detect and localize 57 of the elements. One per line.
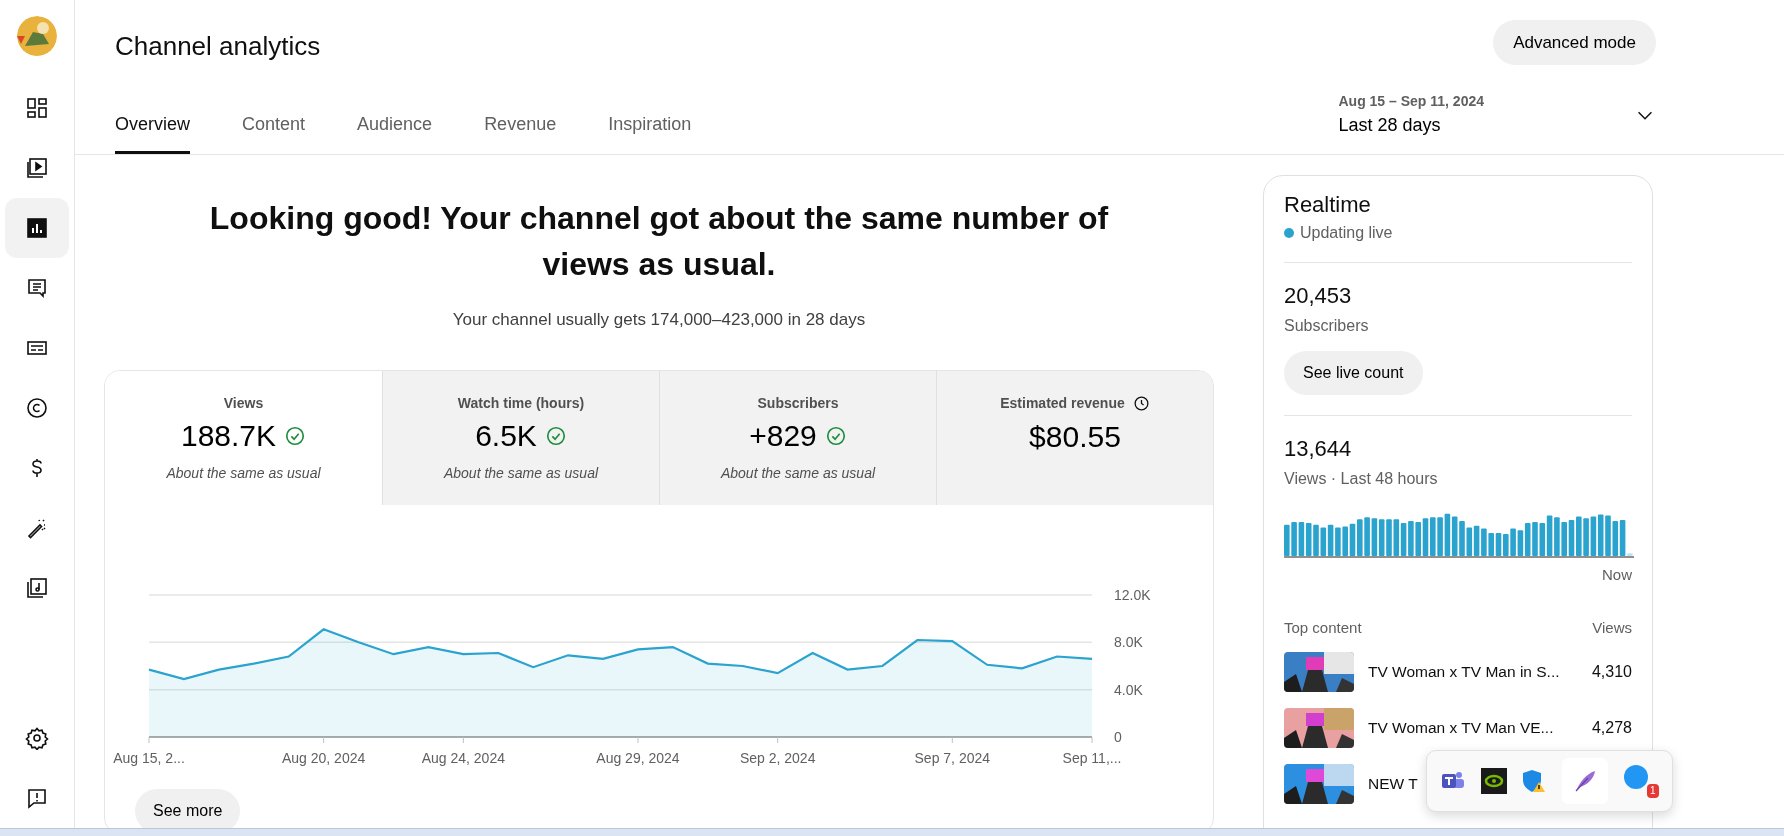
magic-wand-icon	[25, 516, 49, 540]
metric-tab[interactable]: Subscribers +829 About the same as usual	[659, 370, 936, 505]
stat-label: Views · Last 48 hours	[1284, 470, 1439, 488]
see-more-button[interactable]: See more	[135, 788, 241, 828]
video-icon	[25, 156, 49, 180]
eye-logo-icon[interactable]	[1480, 768, 1507, 794]
subheading: Your channel usually gets 174,000–423,000 in 28 days	[452, 309, 866, 330]
axis-label: Aug 20, 2024	[282, 749, 366, 766]
axis-label: 8.0K	[1114, 634, 1143, 651]
video-title[interactable]: TV Woman x TV Man VE...	[1368, 719, 1578, 737]
metric-tab[interactable]: Watch time (hours) 6.5K About the same as usual	[382, 370, 659, 505]
tab[interactable]: Inspiration	[608, 114, 692, 154]
card-title: Realtime	[1284, 192, 1372, 218]
clock-icon	[1132, 394, 1150, 412]
axis-label: Sep 2, 2024	[739, 749, 816, 766]
date-range-dropdown[interactable]: Aug 15 – Sep 11, 2024 Last 28 days	[1338, 93, 1656, 136]
copyright-icon	[25, 396, 49, 420]
channel-avatar[interactable]	[17, 16, 57, 56]
comment-icon	[25, 276, 49, 300]
view-count: 13,644	[1284, 436, 1353, 462]
check-circle-icon	[544, 424, 567, 447]
axis-label: Aug 24, 2024	[421, 749, 505, 766]
gear-icon	[25, 726, 49, 750]
advanced-mode-button[interactable]: Advanced mode	[1493, 20, 1656, 65]
axis-label: Aug 15, 2...	[113, 749, 185, 766]
check-circle-icon	[824, 424, 847, 447]
bar-chart-icon	[25, 216, 49, 240]
axis-label: Sep 11,...	[1062, 749, 1122, 766]
axis-label: 0	[1114, 728, 1122, 745]
tab[interactable]: Audience	[357, 114, 433, 154]
stat-label: Subscribers	[1284, 317, 1370, 335]
axis-label: Sep 7, 2024	[914, 749, 991, 766]
column-header: Top content	[1284, 619, 1362, 636]
shield-warning-icon[interactable]	[1521, 768, 1548, 794]
video-title[interactable]: TV Woman x TV Man in S...	[1368, 663, 1578, 681]
axis-label: 12.0K	[1114, 586, 1151, 603]
headline: Looking good! Your channel got about the same number of views as usual.	[208, 199, 1110, 285]
axis-label: Aug 29, 2024	[596, 749, 680, 766]
live-dot	[1284, 228, 1294, 238]
tab[interactable]: Overview	[115, 114, 190, 154]
status-text: Updating live	[1300, 224, 1393, 242]
page-title: Channel analytics	[115, 31, 322, 62]
tab[interactable]: Content	[242, 114, 306, 154]
column-header: Views	[1592, 619, 1632, 636]
nav-item[interactable]	[5, 198, 69, 258]
metric-tab[interactable]: Estimated revenue $80.55	[936, 370, 1213, 505]
view-count: 4,310	[1591, 663, 1632, 681]
check-circle-icon	[284, 424, 307, 447]
view-count: 4,278	[1591, 719, 1632, 737]
tab[interactable]: Revenue	[484, 114, 557, 154]
music-library-icon	[25, 576, 49, 600]
dashboard-icon	[25, 96, 49, 120]
axis-label: Now	[1602, 566, 1632, 583]
see-live-count-button[interactable]: See live count	[1284, 351, 1423, 395]
feedback-icon	[25, 786, 49, 810]
axis-label: 4.0K	[1114, 681, 1143, 698]
subscriber-count: 20,453	[1284, 283, 1353, 309]
